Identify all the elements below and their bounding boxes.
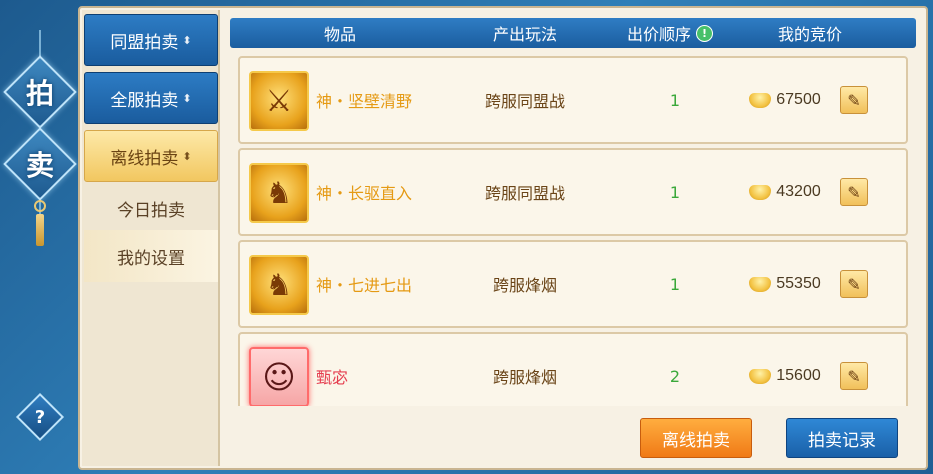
gold-ingot-icon (749, 276, 772, 292)
header-item: 物品 (323, 25, 356, 44)
tab-alliance-auction[interactable]: 同盟拍卖 ⬍ (84, 14, 218, 66)
header-mode: 产出玩法 (492, 25, 557, 44)
bid-value: 55350 (776, 275, 821, 292)
table-header: 物品 产出玩法 出价顺序 ! 我的竞价 (230, 18, 916, 48)
table-row: ♞ 神・七进七出 跨服烽烟 1 55350 ✎ (238, 240, 908, 328)
side-ornament: 拍 卖 ? (0, 0, 80, 474)
offline-auction-button[interactable]: 离线拍卖 (640, 418, 752, 458)
item-name: 甄宓 (316, 368, 349, 387)
auction-list[interactable]: 物品 产出玩法 出价顺序 ! 我的竞价 ⚔ 神・坚壁清野 跨服同盟战 1 675… (226, 14, 918, 406)
table-row: ☺ 甄宓 跨服烽烟 2 15600 ✎ (238, 332, 908, 406)
item-mode: 跨服同盟战 (484, 92, 565, 111)
sidebar: 同盟拍卖 ⬍ 全服拍卖 ⬍ 离线拍卖 ⬍ 今日拍卖 我的设置 (82, 10, 220, 466)
item-glyph: ☺ (262, 358, 296, 396)
my-bid: 15600 (740, 334, 830, 406)
tab-label: 全服拍卖 (110, 90, 179, 111)
gold-ingot-icon (749, 184, 772, 200)
cavalry-charge-icon[interactable]: ♞ (249, 163, 309, 223)
info-icon[interactable]: ! (696, 24, 713, 42)
chevron-icon: ⬍ (182, 33, 192, 47)
my-bid: 43200 (740, 150, 830, 234)
my-bid: 67500 (740, 58, 830, 142)
edit-bid-button[interactable]: ✎ (840, 270, 868, 298)
bid-order: 1 (669, 274, 681, 294)
bid-value: 43200 (776, 183, 821, 200)
gold-ingot-icon (749, 368, 772, 384)
item-glyph: ♞ (265, 267, 293, 303)
edit-bid-button[interactable]: ✎ (840, 178, 868, 206)
edit-bid-button[interactable]: ✎ (840, 86, 868, 114)
bid-order: 2 (669, 366, 681, 386)
header-bid: 我的竞价 (777, 25, 842, 44)
shield-warrior-icon[interactable]: ⚔ (249, 71, 309, 131)
chevron-icon: ⬍ (182, 149, 192, 163)
table-row: ⚔ 神・坚壁清野 跨服同盟战 1 67500 ✎ (238, 56, 908, 144)
help-icon[interactable]: ? (23, 400, 57, 434)
bid-order: 1 (669, 90, 681, 110)
item-glyph: ⚔ (265, 83, 293, 119)
bid-order: 1 (669, 182, 681, 202)
item-name: 神・七进七出 (316, 276, 413, 295)
bid-value: 15600 (776, 367, 821, 384)
auction-panel: 同盟拍卖 ⬍ 全服拍卖 ⬍ 离线拍卖 ⬍ 今日拍卖 我的设置 物品 产出玩法 出… (78, 6, 928, 470)
tab-label: 今日拍卖 (117, 200, 185, 221)
tab-label: 离线拍卖 (110, 148, 179, 169)
gold-ingot-icon (749, 92, 772, 108)
tab-label: 我的设置 (117, 248, 185, 269)
item-name: 神・坚壁清野 (316, 92, 413, 111)
tab-server-auction[interactable]: 全服拍卖 ⬍ (84, 72, 218, 124)
item-mode: 跨服烽烟 (492, 276, 557, 295)
item-glyph: ♞ (265, 175, 293, 211)
item-mode: 跨服烽烟 (492, 368, 557, 387)
table-row: ♞ 神・长驱直入 跨服同盟战 1 43200 ✎ (238, 148, 908, 236)
tab-today-auction[interactable]: 今日拍卖 (84, 182, 218, 234)
tab-label: 同盟拍卖 (110, 32, 179, 53)
item-name: 神・长驱直入 (316, 184, 413, 203)
side-title-char-1: 拍 (25, 77, 54, 110)
tassel-knot (34, 200, 46, 212)
bid-value: 67500 (776, 91, 821, 108)
side-title-char-2: 卖 (25, 149, 54, 182)
header-order-label: 出价顺序 (626, 25, 691, 44)
auction-record-button[interactable]: 拍卖记录 (786, 418, 898, 458)
cavalry-charge-icon[interactable]: ♞ (249, 255, 309, 315)
edit-bid-button[interactable]: ✎ (840, 362, 868, 390)
hero-portrait-icon[interactable]: ☺ (249, 347, 309, 406)
my-bid: 55350 (740, 242, 830, 326)
chevron-icon: ⬍ (182, 91, 192, 105)
tab-my-settings[interactable]: 我的设置 (84, 230, 218, 282)
header-order: 出价顺序 ! (610, 18, 730, 48)
tassel (36, 214, 44, 246)
tab-offline-auction[interactable]: 离线拍卖 ⬍ (84, 130, 218, 182)
item-mode: 跨服同盟战 (484, 184, 565, 203)
